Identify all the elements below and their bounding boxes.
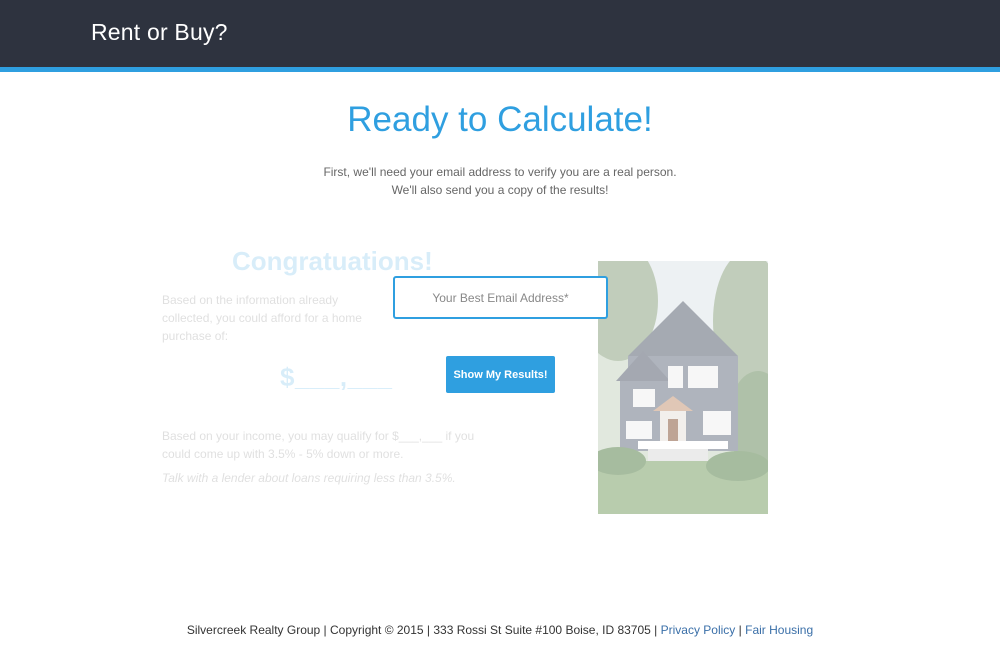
privacy-policy-link[interactable]: Privacy Policy bbox=[661, 623, 736, 637]
brand-title[interactable]: Rent or Buy? bbox=[91, 19, 228, 46]
congrats-heading: Congratuations! bbox=[232, 246, 433, 276]
show-results-button[interactable]: Show My Results! bbox=[446, 356, 555, 393]
page-subtitle: First, we'll need your email address to … bbox=[0, 163, 1000, 199]
afford-text: Based on the information already collect… bbox=[162, 293, 362, 343]
header-bar: Rent or Buy? bbox=[0, 0, 1000, 72]
subtitle-line-2: We'll also send you a copy of the result… bbox=[391, 183, 609, 197]
footer-separator: | bbox=[735, 623, 746, 637]
footer: Silvercreek Realty Group | Copyright © 2… bbox=[0, 623, 1000, 637]
subtitle-line-1: First, we'll need your email address to … bbox=[323, 165, 677, 179]
house-image bbox=[598, 261, 768, 514]
fair-housing-link[interactable]: Fair Housing bbox=[745, 623, 813, 637]
footer-text: Silvercreek Realty Group | Copyright © 2… bbox=[186, 623, 661, 637]
page-title: Ready to Calculate! bbox=[347, 100, 653, 139]
qualify-text: Based on your income, you may qualify fo… bbox=[162, 429, 475, 461]
email-input[interactable] bbox=[393, 276, 608, 319]
afford-amount: $___,___ bbox=[280, 362, 393, 392]
lender-note: Talk with a lender about loans requiring… bbox=[162, 471, 456, 485]
